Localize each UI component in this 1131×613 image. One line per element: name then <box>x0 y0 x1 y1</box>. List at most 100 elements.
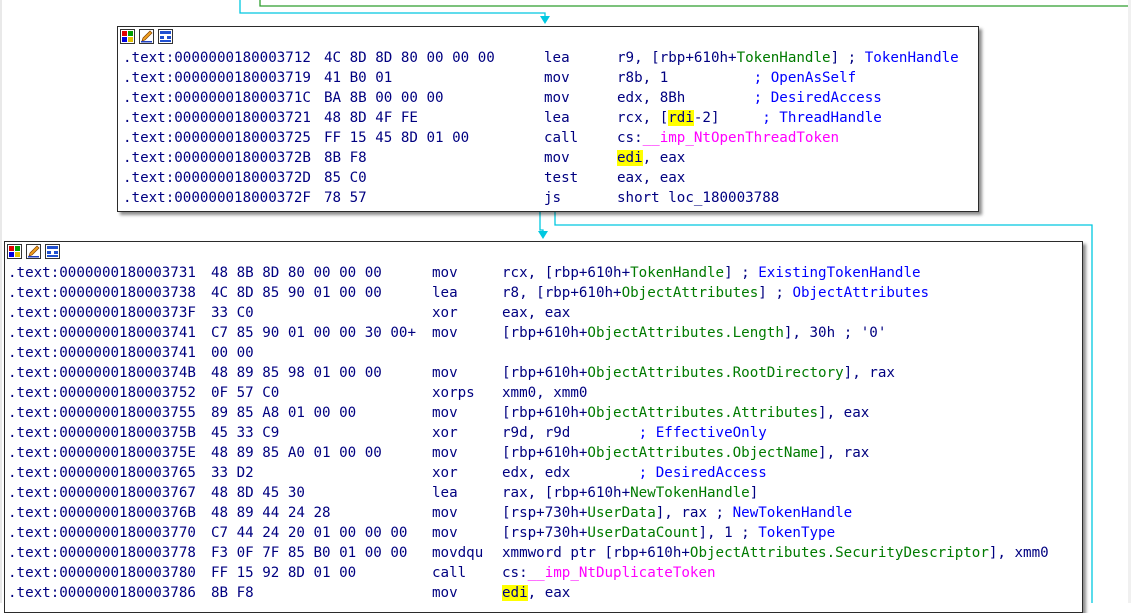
symbol-name[interactable]: NewTokenHandle <box>630 485 750 501</box>
mnemonic: js <box>544 190 562 206</box>
operand-text: edx, 8Bh <box>617 90 754 106</box>
operand-text: cs: <box>617 130 643 146</box>
highlighted-register[interactable]: edi <box>502 585 528 601</box>
edge-green-top <box>259 0 1131 7</box>
operand-text: eax, eax <box>617 170 686 186</box>
symbol-name[interactable]: TokenHandle <box>737 50 831 66</box>
operand-text: [rbp+610h+ <box>502 405 588 421</box>
address: .text:0000000180003721 <box>123 110 311 126</box>
graph-icon[interactable] <box>158 28 173 44</box>
highlighted-register[interactable]: edi <box>617 150 643 166</box>
opcode-bytes: 48 89 44 24 28 <box>211 505 331 521</box>
opcode-bytes: C7 44 24 20 01 00 00 00 <box>211 525 408 541</box>
address: .text:0000000180003752 <box>8 385 196 401</box>
edit-icon[interactable] <box>139 28 154 44</box>
address: .text:0000000180003770 <box>8 525 196 541</box>
color-palette-icon[interactable] <box>7 243 22 259</box>
graph-view[interactable]: .text:0000000180003712 4C 8D 8D 80 00 00 … <box>0 0 1131 613</box>
operands: r8, [rbp+610h+ObjectAttributes] ; Object… <box>502 283 929 303</box>
address: .text:0000000180003731 <box>8 265 196 281</box>
opcode-bytes: 78 57 <box>324 190 367 206</box>
edit-icon[interactable] <box>26 243 41 259</box>
symbol-name[interactable]: ObjectAttributes.RootDirectory <box>587 365 843 381</box>
mnemonic: mov <box>432 365 458 381</box>
symbol-name[interactable]: ObjectAttributes.Attributes <box>587 405 818 421</box>
operands: edi, eax <box>502 583 570 603</box>
edge-into-node1 <box>239 0 546 22</box>
operand-text: [rbp+610h+ <box>502 325 588 341</box>
symbol-name[interactable]: TokenHandle <box>630 265 724 281</box>
address: .text:0000000180003719 <box>123 70 311 86</box>
symbol-name[interactable]: UserData <box>587 505 655 521</box>
operand-text: xmm0, xmm0 <box>502 385 588 401</box>
address: .text:0000000180003767 <box>8 485 196 501</box>
opcode-bytes: 48 89 85 A0 01 00 00 <box>211 445 382 461</box>
mnemonic: mov <box>432 325 458 341</box>
address: .text:0000000180003712 <box>123 50 311 66</box>
operand-text: ; '0' <box>843 325 887 341</box>
address: .text:0000000180003780 <box>8 565 196 581</box>
address: .text:000000018000372D <box>123 170 311 186</box>
opcode-bytes: 00 00 <box>211 345 254 361</box>
operands: xmm0, xmm0 <box>502 383 587 403</box>
operand-text: ], 1 ; <box>698 525 759 541</box>
opcode-bytes: BA 8B 00 00 00 <box>324 90 444 106</box>
symbol-name[interactable]: ObjectAttributes.Length <box>587 325 783 341</box>
comment-text: TokenType <box>758 525 836 541</box>
address: .text:000000018000373F <box>8 305 196 321</box>
comment-text: ; EffectiveOnly <box>638 425 767 441</box>
operand-text: -2] <box>693 110 763 126</box>
operand-text: ], 30h <box>783 325 844 341</box>
address: .text:000000018000372F <box>123 190 311 206</box>
operand-text: ] ; <box>830 50 865 66</box>
opcode-bytes: 85 C0 <box>324 170 367 186</box>
code-block-2[interactable]: .text:0000000180003731 48 8B 8D 80 00 00 … <box>4 241 1083 613</box>
operand-text: , eax <box>527 585 571 601</box>
address: .text:000000018000372B <box>123 150 311 166</box>
node-header <box>118 27 173 45</box>
opcode-bytes: 89 85 A8 01 00 00 <box>211 405 357 421</box>
opcode-bytes: FF 15 92 8D 01 00 <box>211 565 357 581</box>
operands: eax, eax <box>617 168 685 188</box>
comment-text: ; ThreadHandle <box>762 110 882 126</box>
symbol-name[interactable]: ObjectAttributes <box>622 285 759 301</box>
address: .text:000000018000375E <box>8 445 196 461</box>
operand-text: [rsp+730h+ <box>502 505 588 521</box>
symbol-name[interactable]: ObjectAttributes.ObjectName <box>587 445 818 461</box>
operand-text: rcx, [ <box>617 110 669 126</box>
operands: [rbp+610h+ObjectAttributes.RootDirectory… <box>502 363 895 383</box>
operands: cs:__imp_NtDuplicateToken <box>502 563 716 583</box>
symbol-name[interactable]: UserDataCount <box>587 525 698 541</box>
comment-text: ExistingTokenHandle <box>758 265 921 281</box>
operand-text: [rbp+610h+ <box>502 445 588 461</box>
operands: edi, eax <box>617 148 685 168</box>
operands: r9d, r9d ; EffectiveOnly <box>502 423 767 443</box>
operands: [rbp+610h+ObjectAttributes.Length], 30h … <box>502 323 886 343</box>
operand-text: ] ; <box>724 265 759 281</box>
operand-text: ] <box>749 485 759 501</box>
address: .text:0000000180003725 <box>123 130 311 146</box>
symbol-name[interactable]: ObjectAttributes.SecurityDescriptor <box>690 545 989 561</box>
mnemonic: mov <box>432 585 458 601</box>
operand-text: r8b, 1 <box>617 70 754 86</box>
import-name[interactable]: __imp_NtDuplicateToken <box>528 565 716 581</box>
operand-text: eax, eax <box>502 305 571 321</box>
opcode-bytes: 48 8D 4F FE <box>324 110 418 126</box>
code-block-1[interactable]: .text:0000000180003712 4C 8D 8D 80 00 00 … <box>117 26 979 212</box>
operand-text: ] ; <box>758 285 793 301</box>
highlighted-register[interactable]: rdi <box>668 110 694 126</box>
color-palette-icon[interactable] <box>120 28 135 44</box>
address: .text:000000018000376B <box>8 505 196 521</box>
operands: cs:__imp_NtOpenThreadToken <box>617 128 839 148</box>
operand-text: rcx, [rbp+610h+ <box>502 265 631 281</box>
operands: rcx, [rbp+610h+TokenHandle] ; ExistingTo… <box>502 263 921 283</box>
opcode-bytes: 8B F8 <box>211 585 254 601</box>
import-name[interactable]: __imp_NtOpenThreadToken <box>643 130 839 146</box>
graph-icon[interactable] <box>45 243 60 259</box>
mnemonic: lea <box>544 110 570 126</box>
operand-text: rax, [rbp+610h+ <box>502 485 631 501</box>
mnemonic: mov <box>432 505 458 521</box>
opcode-bytes: 48 8D 45 30 <box>211 485 305 501</box>
opcode-bytes: 8B F8 <box>324 150 367 166</box>
operands: [rbp+610h+ObjectAttributes.Attributes], … <box>502 403 869 423</box>
